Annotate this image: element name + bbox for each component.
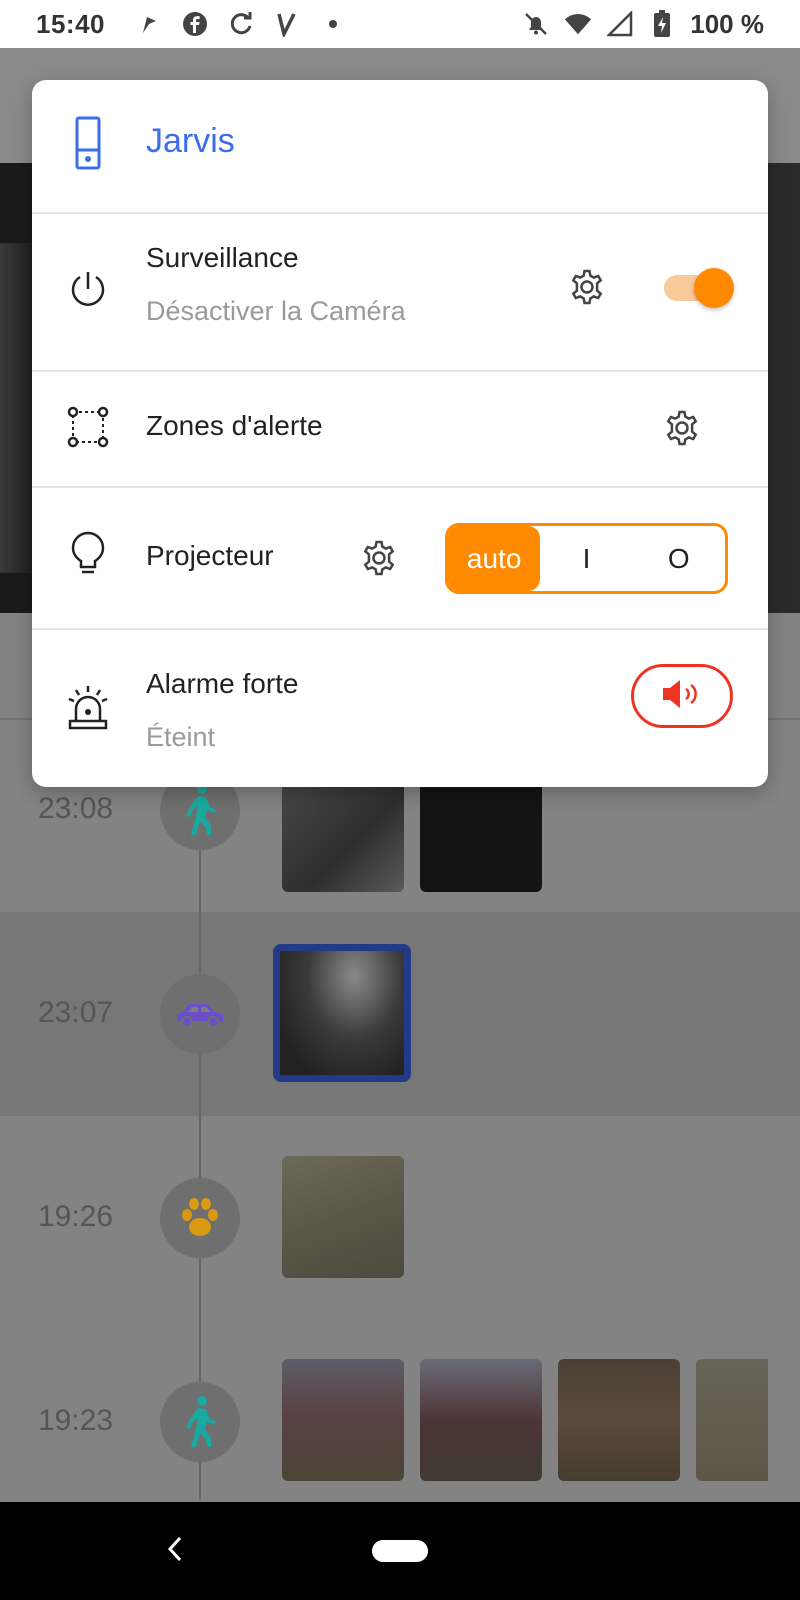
event-thumbnail[interactable] [282,1359,404,1481]
battery-charging-icon [648,10,676,38]
surveillance-subtitle: Désactiver la Caméra [146,296,406,326]
person-icon [160,1382,240,1462]
status-bar: 15:40 100 % [0,0,800,48]
event-time: 19:26 [38,1200,114,1233]
projector-mode-on[interactable]: I [540,526,632,591]
device-header: Jarvis [32,80,768,210]
facebook-icon [181,10,209,38]
surveillance-row: Surveillance Désactiver la Caméra [32,214,768,364]
camera-settings-dialog: Jarvis Surveillance Désactiver la Caméra… [32,80,768,787]
surveillance-settings-gear-icon[interactable] [567,267,607,307]
v-app-icon [273,10,301,38]
status-time: 15:40 [36,8,105,39]
event-thumbnail[interactable] [696,1359,768,1481]
event-thumbnail[interactable] [282,1156,404,1278]
paw-icon [160,1178,240,1258]
timeline-event[interactable]: 23:07 [0,934,800,1094]
dot-icon [319,10,347,38]
timeline-event[interactable]: 19:26 [0,1138,800,1298]
device-name: Jarvis [146,122,235,160]
home-pill-button[interactable] [372,1540,428,1562]
sync-icon [227,10,255,38]
projector-title: Projecteur [146,540,274,571]
surveillance-toggle[interactable] [664,268,734,308]
flag-icon [135,10,163,38]
event-thumbnail[interactable] [420,770,542,892]
projector-mode-selector: auto I O [445,523,728,594]
event-thumbnail[interactable] [558,1359,680,1481]
timeline-event[interactable]: 19:23 [0,1342,800,1502]
event-time: 23:07 [38,996,114,1029]
alarm-trigger-button[interactable] [631,664,733,728]
wifi-icon [564,10,592,38]
event-thumbnail-selected[interactable] [273,944,411,1082]
zone-select-icon [66,400,110,454]
projector-settings-gear-icon[interactable] [359,538,399,578]
event-time: 23:08 [38,792,114,825]
siren-icon [66,680,110,734]
system-nav-bar [0,1502,800,1600]
car-icon [160,974,240,1054]
surveillance-title: Surveillance [146,242,299,273]
alert-zones-title: Zones d'alerte [146,410,323,441]
back-chevron-icon[interactable] [160,1524,190,1574]
signal-icon [606,10,634,38]
bell-off-icon [522,10,550,38]
lightbulb-icon [66,528,110,582]
battery-percentage: 100 % [690,8,764,39]
projector-mode-auto[interactable]: auto [448,526,541,591]
alarm-subtitle: Éteint [146,722,216,752]
alert-zones-settings-gear-icon[interactable] [662,408,702,448]
event-thumbnail[interactable] [420,1359,542,1481]
event-time: 19:23 [38,1404,114,1437]
projector-mode-off[interactable]: O [633,526,725,591]
speaker-icon [660,678,704,715]
event-thumbnail[interactable] [282,770,404,892]
alert-zones-row[interactable]: Zones d'alerte [32,372,768,482]
alarm-title: Alarme forte [146,668,299,699]
power-icon [66,262,110,316]
doorbell-camera-icon [66,116,110,170]
